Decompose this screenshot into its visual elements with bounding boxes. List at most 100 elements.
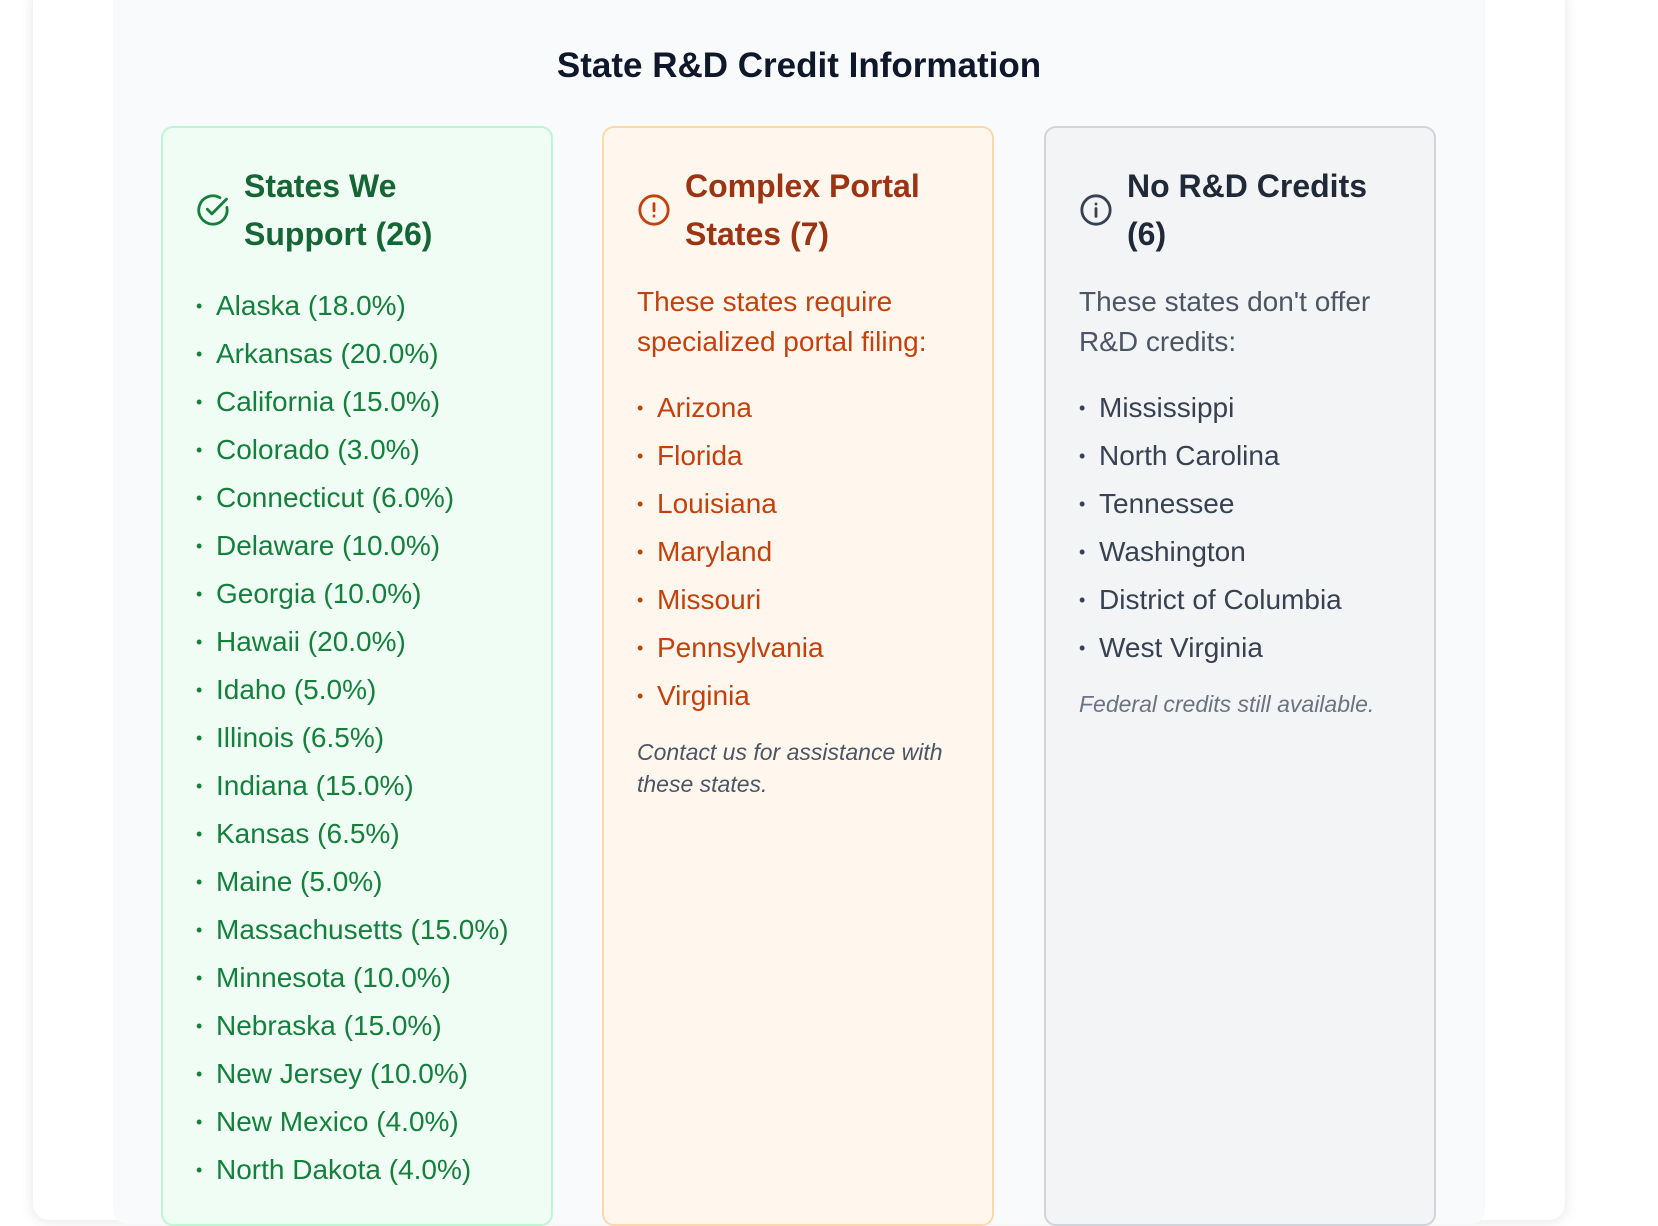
state-name: Pennsylvania: [657, 632, 824, 663]
supported-state-item: • Georgia (10.0%): [196, 570, 521, 618]
page-title: State R&D Credit Information: [556, 46, 1042, 85]
portal-state-item: • Pennsylvania: [637, 624, 962, 672]
bullet-icon: •: [637, 686, 644, 706]
bullet-icon: •: [196, 488, 203, 508]
state-name: Mississippi: [1099, 392, 1235, 423]
state-name: Nebraska (15.0%): [216, 1010, 442, 1041]
bullet-icon: •: [196, 776, 203, 796]
state-name: California (15.0%): [216, 386, 441, 417]
no-credit-states-note: Federal credits still available.: [1079, 691, 1375, 717]
no-credit-states-title: No R&D Credits (6): [1127, 168, 1368, 252]
portal-state-item: • Arizona: [637, 384, 962, 432]
supported-state-item: • New Mexico (4.0%): [196, 1098, 521, 1146]
bullet-icon: •: [1079, 638, 1086, 658]
bullet-icon: •: [196, 920, 203, 940]
state-name: North Dakota (4.0%): [216, 1154, 472, 1185]
supported-state-item: • Connecticut (6.0%): [196, 474, 521, 522]
info-circle-icon: [1079, 193, 1113, 227]
bullet-icon: •: [1079, 542, 1086, 562]
no-credit-state-item: • District of Columbia: [1079, 576, 1404, 624]
state-name: Arkansas (20.0%): [216, 338, 439, 369]
state-name: Missouri: [657, 584, 762, 615]
bullet-icon: •: [196, 296, 203, 316]
supported-state-item: • Delaware (10.0%): [196, 522, 521, 570]
state-name: Illinois (6.5%): [216, 722, 385, 753]
supported-states-list: • Alaska (18.0%) • Arkansas (20.0%) • Califor…: [196, 282, 521, 1194]
bullet-icon: •: [196, 536, 203, 556]
state-name: Florida: [657, 440, 743, 471]
supported-state-item: • Massachusetts (15.0%): [196, 906, 521, 954]
no-credit-states-card: No R&D Credits (6) These states don't of…: [1044, 126, 1436, 1226]
bullet-icon: •: [1079, 446, 1086, 466]
state-name: North Carolina: [1099, 440, 1280, 471]
supported-state-item: • Indiana (15.0%): [196, 762, 521, 810]
portal-state-item: • Louisiana: [637, 480, 962, 528]
bullet-icon: •: [1079, 590, 1086, 610]
portal-state-item: • Missouri: [637, 576, 962, 624]
supported-state-item: • Idaho (5.0%): [196, 666, 521, 714]
bullet-icon: •: [196, 632, 203, 652]
bullet-icon: •: [196, 680, 203, 700]
bullet-icon: •: [196, 1064, 203, 1084]
state-name: District of Columbia: [1099, 584, 1342, 615]
no-credit-states-description: These states don't offer R&D credits:: [1079, 286, 1371, 357]
bullet-icon: •: [196, 392, 203, 412]
no-credit-state-item: • Mississippi: [1079, 384, 1404, 432]
no-credit-state-item: • Tennessee: [1079, 480, 1404, 528]
state-name: Virginia: [657, 680, 750, 711]
portal-states-header: Complex Portal States (7): [637, 162, 962, 258]
state-name: Maine (5.0%): [216, 866, 383, 897]
supported-state-item: • California (15.0%): [196, 378, 521, 426]
bullet-icon: •: [196, 728, 203, 748]
state-name: New Jersey (10.0%): [216, 1058, 469, 1089]
no-credit-states-list: • Mississippi • North Carolina • Tennessee • Wa…: [1079, 384, 1404, 672]
bullet-icon: •: [1079, 398, 1086, 418]
supported-state-item: • Arkansas (20.0%): [196, 330, 521, 378]
state-name: Washington: [1099, 536, 1246, 567]
bullet-icon: •: [637, 638, 644, 658]
portal-state-item: • Virginia: [637, 672, 962, 720]
alert-circle-icon: [637, 193, 671, 227]
bullet-icon: •: [196, 872, 203, 892]
state-name: Louisiana: [657, 488, 777, 519]
state-name: Hawaii (20.0%): [216, 626, 406, 657]
portal-state-item: • Florida: [637, 432, 962, 480]
supported-state-item: • Kansas (6.5%): [196, 810, 521, 858]
state-name: Tennessee: [1099, 488, 1235, 519]
supported-state-item: • Minnesota (10.0%): [196, 954, 521, 1002]
state-name: Alaska (18.0%): [216, 290, 406, 321]
state-name: Colorado (3.0%): [216, 434, 420, 465]
supported-states-card: States We Support (26) • Alaska (18.0%) • A…: [161, 126, 553, 1226]
bullet-icon: •: [196, 440, 203, 460]
state-name: Maryland: [657, 536, 773, 567]
portal-state-item: • Maryland: [637, 528, 962, 576]
bullet-icon: •: [196, 968, 203, 988]
state-name: New Mexico (4.0%): [216, 1106, 459, 1137]
bullet-icon: •: [196, 824, 203, 844]
state-name: Arizona: [657, 392, 752, 423]
supported-state-item: • Colorado (3.0%): [196, 426, 521, 474]
supported-states-header: States We Support (26): [196, 162, 521, 258]
supported-state-item: • New Jersey (10.0%): [196, 1050, 521, 1098]
no-credit-state-item: • North Carolina: [1079, 432, 1404, 480]
state-name: Delaware (10.0%): [216, 530, 441, 561]
supported-states-title: States We Support (26): [244, 168, 433, 252]
bullet-icon: •: [196, 1160, 203, 1180]
bullet-icon: •: [196, 1112, 203, 1132]
bullet-icon: •: [637, 446, 644, 466]
supported-state-item: • Maine (5.0%): [196, 858, 521, 906]
state-name: Indiana (15.0%): [216, 770, 414, 801]
supported-state-item: • Nebraska (15.0%): [196, 1002, 521, 1050]
portal-states-card: Complex Portal States (7) These states r…: [602, 126, 994, 1226]
state-name: West Virginia: [1099, 632, 1263, 663]
portal-states-description: These states require specialized portal …: [637, 286, 927, 357]
bullet-icon: •: [637, 494, 644, 514]
supported-state-item: • Alaska (18.0%): [196, 282, 521, 330]
supported-state-item: • Illinois (6.5%): [196, 714, 521, 762]
no-credit-state-item: • West Virginia: [1079, 624, 1404, 672]
no-credit-states-header: No R&D Credits (6): [1079, 162, 1404, 258]
no-credit-state-item: • Washington: [1079, 528, 1404, 576]
check-circle-icon: [196, 193, 230, 227]
supported-state-item: • North Dakota (4.0%): [196, 1146, 521, 1194]
supported-state-item: • Hawaii (20.0%): [196, 618, 521, 666]
